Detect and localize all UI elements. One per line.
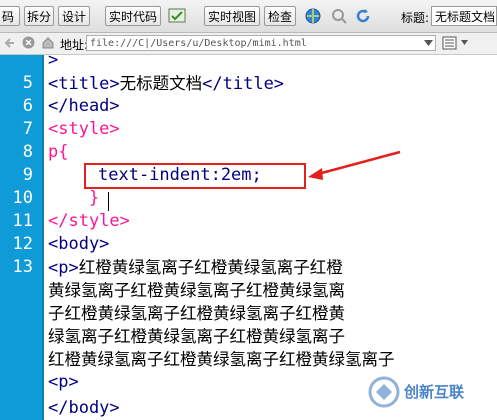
watermark-brand: 创新互联 <box>404 383 465 401</box>
text-cursor <box>108 192 109 211</box>
annotation-arrow-icon <box>308 150 401 180</box>
